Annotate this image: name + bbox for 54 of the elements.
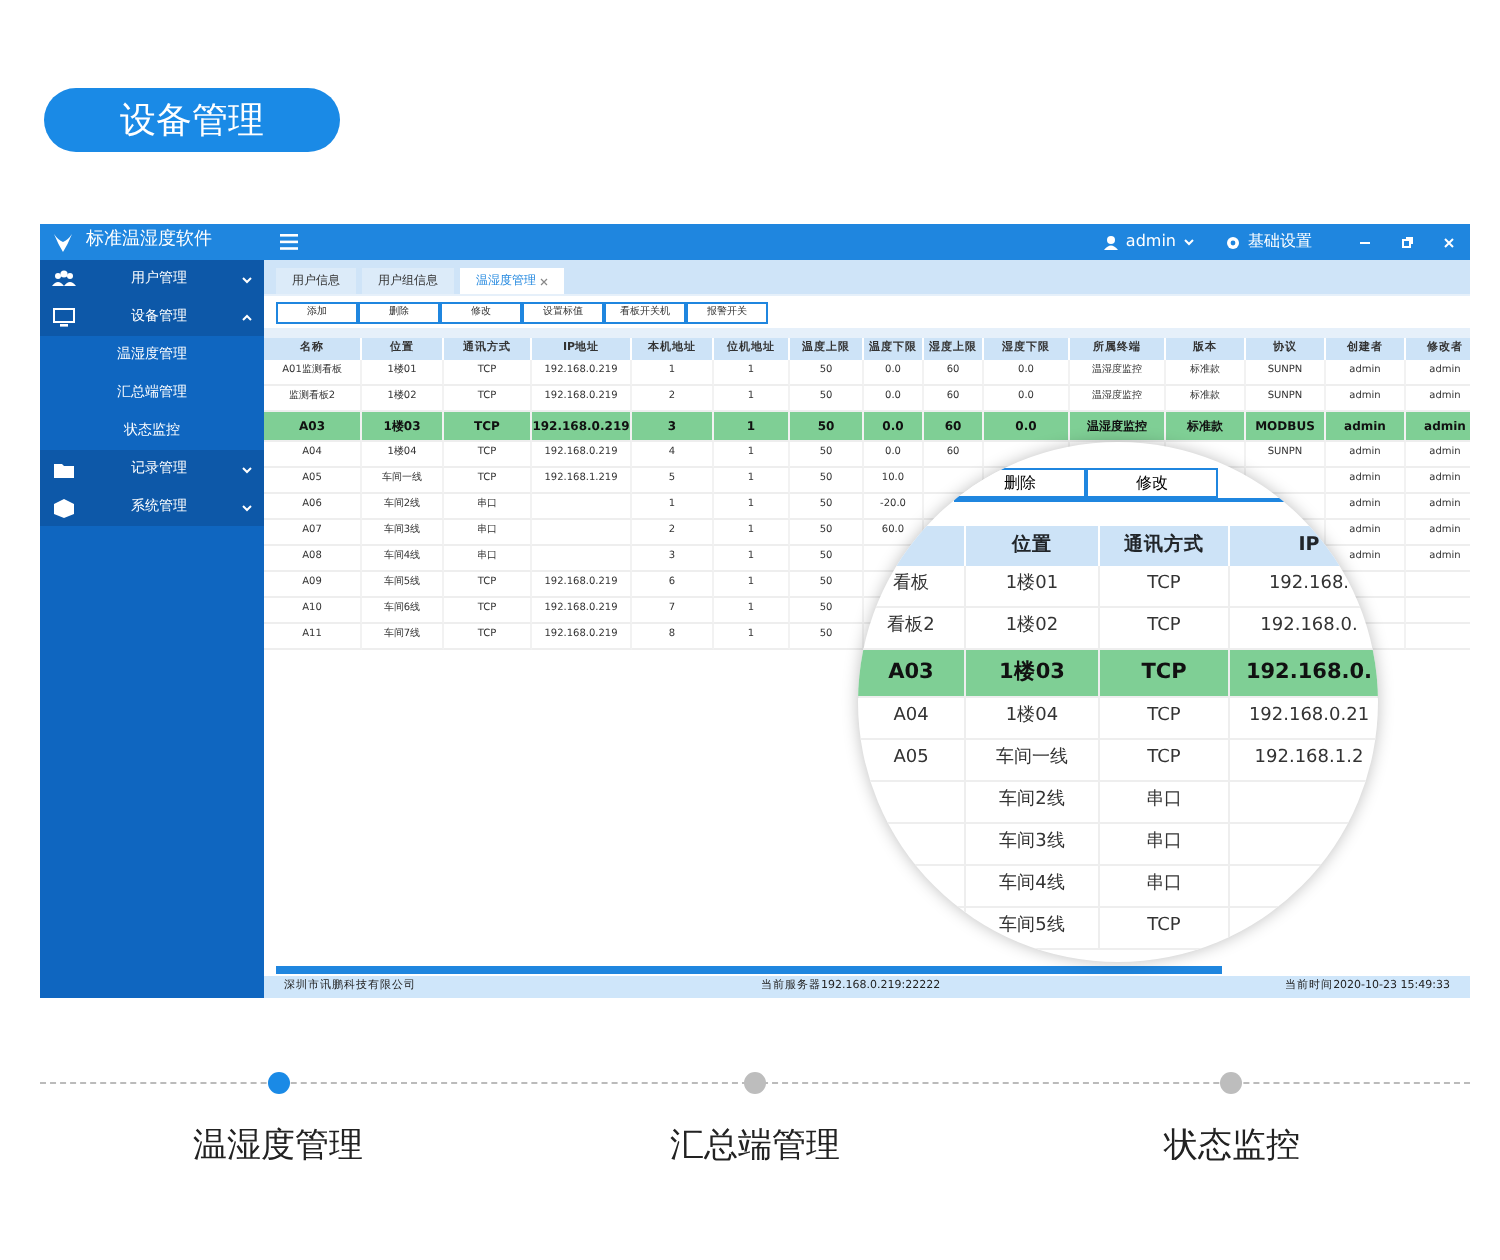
caret-down-icon	[242, 275, 252, 283]
table-cell: 看板	[858, 566, 966, 608]
table-cell: TCP	[1100, 698, 1230, 740]
step-label: 温湿度管理	[193, 1124, 364, 1170]
table-cell: 192.168.0.	[1230, 650, 1378, 698]
close-icon	[540, 277, 548, 285]
table-cell: 1楼03	[966, 650, 1100, 698]
caret-down-icon	[242, 465, 252, 473]
monitor-icon	[52, 307, 76, 327]
column-header: 位置	[966, 526, 1100, 566]
table-cell: 车间3线	[966, 824, 1100, 866]
table-cell: 串口	[1100, 782, 1230, 824]
restore-icon[interactable]	[1400, 235, 1414, 249]
user-icon	[1103, 235, 1118, 249]
step-label: 状态监控	[1163, 1124, 1300, 1170]
shield-logo-icon	[52, 231, 74, 253]
table-cell: 192.168.1.2	[1230, 740, 1378, 782]
caret-up-icon	[242, 313, 252, 321]
menu-icon[interactable]	[280, 234, 298, 250]
table-cell: 1楼01	[966, 566, 1100, 608]
table-cell: 1楼04	[966, 698, 1100, 740]
table-cell: TCP	[1100, 740, 1230, 782]
settings-icon	[1226, 235, 1240, 249]
toolbar-button[interactable]: 修改	[1086, 468, 1218, 498]
table-cell: A04	[858, 698, 966, 740]
step-label: 汇总端管理	[669, 1124, 840, 1170]
user-menu[interactable]: admin	[1103, 230, 1194, 254]
table-cell: A03	[858, 650, 966, 698]
users-icon	[52, 269, 76, 289]
table-cell: A05	[858, 740, 966, 782]
section-button[interactable]: 设备管理	[44, 88, 340, 152]
settings-button[interactable]: 基础设置	[1226, 230, 1312, 254]
table-cell: TCP	[1100, 908, 1230, 950]
window-title: 标准温湿度软件	[86, 228, 212, 255]
close-icon[interactable]	[1442, 235, 1456, 249]
box-icon	[52, 497, 76, 517]
table-cell: 串口	[1100, 866, 1230, 908]
table-cell: 车间4线	[966, 866, 1100, 908]
table-cell: TCP	[1100, 566, 1230, 608]
table-cell: 192.168.0.21	[1230, 698, 1378, 740]
table-cell: TCP	[1100, 650, 1230, 698]
scrollbar-thumb[interactable]	[276, 965, 1222, 973]
table-cell: 车间一线	[966, 740, 1100, 782]
step-dot[interactable]	[267, 1072, 290, 1094]
step-dot[interactable]	[743, 1072, 766, 1094]
caret-icon	[1184, 238, 1194, 246]
table-cell: 串口	[1100, 824, 1230, 866]
folder-icon	[52, 459, 76, 479]
table-cell: 车间2线	[966, 782, 1100, 824]
table-cell: 车间5线	[966, 908, 1100, 950]
table-cell: 192.168.	[1230, 566, 1378, 608]
caret-down-icon	[242, 503, 252, 511]
column-header: 通讯方式	[1100, 526, 1230, 566]
step-dot[interactable]	[1220, 1072, 1243, 1094]
